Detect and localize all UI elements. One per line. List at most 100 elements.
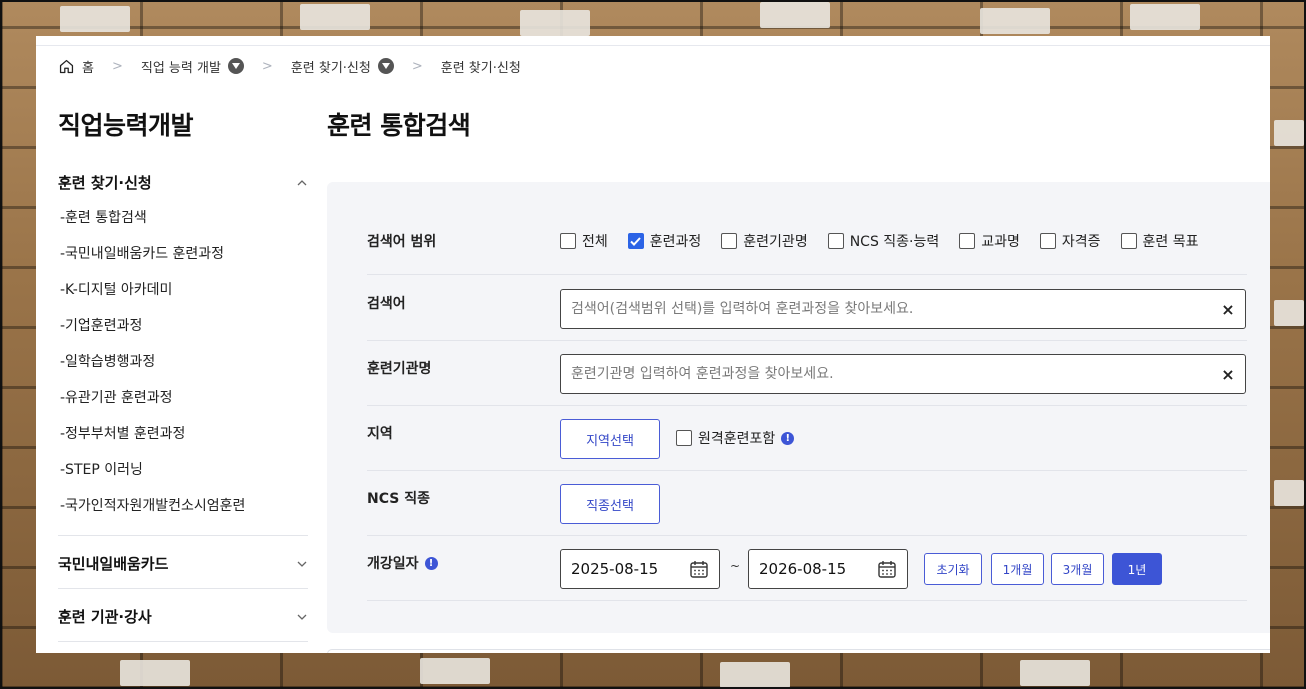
search-form: 검색어 범위 전체 훈련과정 훈련기관명 NCS 직종·능력 교과명 자격증 훈… — [327, 182, 1270, 633]
breadcrumb-level2[interactable]: 훈련 찾기·신청 — [291, 57, 394, 76]
scope-option-subject[interactable]: 교과명 — [959, 231, 1020, 251]
search-scope-row: 검색어 범위 전체 훈련과정 훈련기관명 NCS 직종·능력 교과명 자격증 훈… — [367, 228, 1247, 254]
scope-option-label: 전체 — [582, 234, 608, 250]
breadcrumb-separator-icon: > — [111, 58, 123, 74]
sidebar-item-step-elearning[interactable]: -STEP 이러닝 — [60, 459, 143, 479]
breadcrumb-home[interactable]: 홈 — [58, 57, 94, 76]
region-select-button[interactable]: 지역선택 — [560, 419, 660, 459]
breadcrumb-separator-icon: > — [261, 58, 273, 74]
date-range-separator: ~ — [730, 559, 741, 573]
sidebar-item-k-digital-academy[interactable]: -K-디지털 아카데미 — [60, 279, 172, 299]
breadcrumb-current-label: 훈련 찾기·신청 — [440, 60, 521, 76]
sidebar-group-label: 국민내일배움카드 — [58, 555, 169, 573]
scope-option-label: 자격증 — [1061, 234, 1101, 250]
sidebar-group-institution-instructor: 훈련 기관·강사 — [58, 606, 308, 627]
sidebar-group-header[interactable]: 훈련 찾기·신청 — [58, 172, 308, 193]
row-divider — [367, 274, 1247, 275]
checkbox-checked[interactable] — [627, 233, 644, 249]
institution-row: 훈련기관명 × — [367, 352, 1247, 394]
breadcrumb-level1[interactable]: 직업 능력 개발 — [141, 57, 244, 76]
sidebar-group-tomorrow-card: 국민내일배움카드 — [58, 553, 308, 574]
sidebar-item-integrated-search[interactable]: -훈련 통합검색 — [60, 207, 147, 227]
checkbox[interactable] — [959, 233, 976, 249]
row-divider — [367, 340, 1247, 341]
sidebar-item-work-study-course[interactable]: -일학습병행과정 — [60, 351, 155, 371]
period-3-month-button[interactable]: 3개월 — [1051, 553, 1104, 585]
ncs-row: NCS 직종 직종선택 — [367, 482, 1247, 524]
checkbox[interactable] — [560, 233, 576, 249]
breadcrumb: 홈 > 직업 능력 개발 > 훈련 찾기·신청 > 훈련 찾기·신청 — [58, 56, 521, 76]
region-row: 지역 지역선택 원격훈련포함 ! — [367, 417, 1247, 459]
chevron-down-icon — [297, 561, 307, 567]
remote-training-option[interactable]: 원격훈련포함 ! — [676, 428, 795, 448]
top-divider — [36, 45, 1270, 46]
sidebar-item-ministry-course[interactable]: -정부부처별 훈련과정 — [60, 423, 185, 443]
sidebar-group-header[interactable]: 국민내일배움카드 — [58, 553, 308, 574]
chevron-up-icon — [297, 179, 307, 185]
keyword-row: 검색어 × — [367, 287, 1247, 329]
scope-option-all[interactable]: 전체 — [560, 231, 608, 251]
start-date-field[interactable]: 2025-08-15 — [560, 549, 720, 589]
sidebar-item-tomorrow-card-course[interactable]: -국민내일배움카드 훈련과정 — [60, 243, 224, 263]
sidebar-group-label: 훈련 기관·강사 — [58, 608, 152, 626]
period-label-group: 개강일자 ! — [367, 553, 438, 573]
clear-icon[interactable]: × — [1221, 365, 1235, 384]
chevron-down-icon — [297, 614, 307, 620]
home-icon — [59, 59, 74, 73]
breadcrumb-level1-label: 직업 능력 개발 — [140, 60, 221, 76]
scope-option-certificate[interactable]: 자격증 — [1039, 231, 1101, 251]
sidebar-item-corporate-course[interactable]: -기업훈련과정 — [60, 315, 142, 335]
breadcrumb-current: 훈련 찾기·신청 — [441, 57, 521, 76]
scope-option-label: 훈련과정 — [649, 234, 702, 250]
sidebar-group-label: 훈련 찾기·신청 — [58, 174, 152, 192]
checkbox[interactable] — [676, 430, 692, 446]
sidebar-title: 직업능력개발 — [58, 111, 194, 140]
sidebar-divider — [58, 641, 308, 642]
checkbox[interactable] — [1120, 233, 1137, 249]
remote-training-label: 원격훈련포함 — [698, 431, 776, 447]
page-title: 훈련 통합검색 — [327, 111, 471, 140]
row-divider — [367, 405, 1247, 406]
end-date-field[interactable]: 2026-08-15 — [748, 549, 908, 589]
info-icon[interactable]: ! — [424, 556, 438, 570]
breadcrumb-separator-icon: > — [411, 58, 423, 74]
calendar-icon[interactable] — [877, 559, 897, 579]
start-date-value: 2025-08-15 — [571, 560, 659, 578]
clear-icon[interactable]: × — [1221, 300, 1235, 319]
dropdown-icon[interactable] — [227, 58, 244, 74]
results-card-edge — [327, 649, 1270, 653]
sidebar-divider — [58, 588, 308, 589]
sidebar-item-related-agency-course[interactable]: -유관기관 훈련과정 — [60, 387, 173, 407]
sidebar-divider — [58, 535, 308, 536]
scope-option-ncs[interactable]: NCS 직종·능력 — [827, 231, 939, 251]
institution-field[interactable]: × — [560, 354, 1246, 394]
row-divider — [367, 535, 1247, 536]
checkbox[interactable] — [827, 233, 844, 249]
keyword-field[interactable]: × — [560, 289, 1246, 329]
keyword-input[interactable] — [571, 301, 1221, 317]
scope-option-goal[interactable]: 훈련 목표 — [1120, 231, 1199, 251]
institution-label: 훈련기관명 — [367, 361, 432, 377]
reset-period-button[interactable]: 초기화 — [924, 553, 982, 585]
sidebar: 직업능력개발 훈련 찾기·신청 -훈련 통합검색 -국민내일배움카드 훈련과정 … — [58, 106, 308, 642]
institution-input[interactable] — [571, 366, 1221, 382]
sidebar-group-training-search: 훈련 찾기·신청 -훈련 통합검색 -국민내일배움카드 훈련과정 -K-디지털 … — [58, 172, 308, 514]
region-label: 지역 — [367, 426, 393, 442]
calendar-icon[interactable] — [689, 559, 709, 579]
scope-option-institution[interactable]: 훈련기관명 — [721, 231, 808, 251]
period-label: 개강일자 — [367, 556, 419, 572]
checkbox[interactable] — [1039, 233, 1056, 249]
scope-option-course[interactable]: 훈련과정 — [627, 231, 702, 251]
sidebar-item-consortium-training[interactable]: -국가인적자원개발컨소시엄훈련 — [60, 495, 245, 515]
checkbox[interactable] — [721, 233, 738, 249]
sidebar-group-header[interactable]: 훈련 기관·강사 — [58, 606, 308, 627]
search-scope-label: 검색어 범위 — [367, 234, 437, 250]
dropdown-icon[interactable] — [377, 58, 394, 74]
period-1-year-button[interactable]: 1년 — [1112, 553, 1162, 585]
ncs-select-button[interactable]: 직종선택 — [560, 484, 660, 524]
scope-option-label: 훈련 목표 — [1142, 234, 1199, 250]
period-1-month-button[interactable]: 1개월 — [991, 553, 1044, 585]
ncs-label: NCS 직종 — [367, 491, 430, 507]
content-panel: 홈 > 직업 능력 개발 > 훈련 찾기·신청 > 훈련 찾기·신청 직업능력개… — [36, 36, 1270, 653]
info-icon[interactable]: ! — [781, 431, 795, 445]
